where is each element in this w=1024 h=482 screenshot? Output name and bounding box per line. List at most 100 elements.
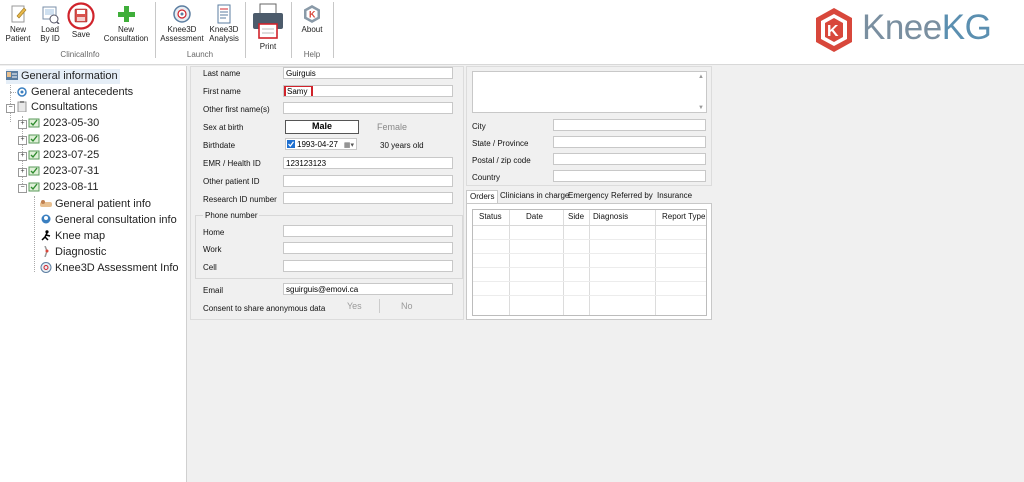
- tree-item-general-information[interactable]: General information: [6, 69, 120, 84]
- knee3d-gear-icon: [40, 262, 52, 273]
- tree-item-diagnostic[interactable]: Diagnostic: [40, 245, 106, 260]
- doctor-icon: [40, 214, 52, 225]
- consent-yes-toggle[interactable]: Yes: [347, 301, 362, 311]
- print-label: Print: [259, 42, 277, 51]
- new-document-icon: [8, 4, 28, 24]
- sex-male-toggle[interactable]: Male: [285, 120, 359, 134]
- brand-name-part2: KG: [941, 8, 992, 47]
- knee3d-assessment-label: Knee3D Assessment: [160, 25, 204, 43]
- column-header-date[interactable]: Date: [526, 212, 543, 221]
- save-button[interactable]: Save: [66, 2, 96, 39]
- birthdate-label: Birthdate: [203, 141, 236, 150]
- check-calendar-icon: [28, 181, 40, 192]
- tab-orders[interactable]: Orders: [466, 190, 499, 203]
- tree-item-consultation-date[interactable]: 2023-05-30: [28, 116, 99, 131]
- knee3d-assessment-button[interactable]: Knee3D Assessment: [160, 2, 204, 43]
- collapse-toggle[interactable]: −: [18, 184, 27, 193]
- brand-name: KneeKG: [862, 8, 992, 48]
- tab-clinicians-in-charge[interactable]: Clinicians in charge: [497, 190, 572, 202]
- scroll-down-icon[interactable]: ▼: [698, 105, 704, 111]
- work-phone-field[interactable]: [283, 242, 453, 254]
- tree-item-consultation-date[interactable]: 2023-08-11: [28, 180, 98, 195]
- check-calendar-icon: [28, 133, 40, 144]
- collapse-toggle[interactable]: −: [6, 104, 15, 113]
- tree-label: General information: [21, 70, 118, 82]
- tab-emergency[interactable]: Emergency: [565, 190, 611, 202]
- tree-item-consultation-date[interactable]: 2023-07-25: [28, 148, 99, 163]
- tree-item-consultations[interactable]: Consultations: [16, 100, 98, 115]
- tree-item-consultation-date[interactable]: 2023-06-06: [28, 132, 99, 147]
- city-field[interactable]: [553, 119, 706, 131]
- sex-at-birth-label: Sex at birth: [203, 123, 244, 132]
- column-header-status[interactable]: Status: [479, 212, 502, 221]
- research-id-label: Research ID number: [203, 195, 277, 204]
- email-field[interactable]: sguirguis@emovi.ca: [283, 283, 453, 295]
- cell-phone-field[interactable]: [283, 260, 453, 272]
- tree-item-knee3d-assessment-info[interactable]: Knee3D Assessment Info: [40, 261, 179, 276]
- new-patient-label: New Patient: [5, 25, 31, 43]
- emr-field[interactable]: 123123123: [283, 157, 453, 169]
- kneekg-logo-icon: K: [812, 6, 856, 54]
- first-name-value: Samy: [284, 86, 314, 96]
- knee3d-analysis-button[interactable]: Knee3D Analysis: [206, 2, 242, 43]
- expand-toggle[interactable]: +: [18, 168, 27, 177]
- load-by-id-button[interactable]: Load By ID: [36, 2, 64, 43]
- tab-strip: Orders Clinicians in charge Emergency Re…: [466, 190, 736, 204]
- column-header-side[interactable]: Side: [568, 212, 584, 221]
- home-phone-field[interactable]: [283, 225, 453, 237]
- walking-figure-icon: [40, 230, 52, 241]
- tree-item-general-patient-info[interactable]: General patient info: [40, 197, 151, 212]
- expand-toggle[interactable]: +: [18, 136, 27, 145]
- tree-item-knee-map[interactable]: Knee map: [40, 229, 105, 244]
- new-consultation-label: New Consultation: [103, 25, 149, 43]
- calendar-dropdown-icon[interactable]: ▦▾: [344, 140, 354, 149]
- column-header-diagnosis[interactable]: Diagnosis: [593, 212, 628, 221]
- consent-label: Consent to share anonymous data: [203, 304, 326, 313]
- expand-toggle[interactable]: +: [18, 120, 27, 129]
- last-name-field[interactable]: Guirguis: [283, 67, 453, 79]
- checkbox-checked-icon[interactable]: [287, 140, 295, 148]
- birthdate-value: 1993-04-27: [297, 140, 338, 149]
- cell-phone-label: Cell: [203, 263, 217, 272]
- postal-code-label: Postal / zip code: [472, 156, 531, 165]
- brand-name-part1: Knee: [862, 8, 942, 47]
- floppy-disk-icon: [67, 2, 95, 30]
- state-field[interactable]: [553, 136, 706, 148]
- report-icon: [214, 4, 234, 24]
- other-first-names-field[interactable]: [283, 102, 453, 114]
- expand-toggle[interactable]: +: [18, 152, 27, 161]
- sex-female-toggle[interactable]: Female: [377, 122, 407, 132]
- new-patient-button[interactable]: New Patient: [4, 2, 32, 43]
- kneekg-logo-icon: K: [302, 4, 322, 24]
- first-name-field[interactable]: Samy: [283, 85, 453, 97]
- tree-item-general-antecedents[interactable]: General antecedents: [16, 85, 133, 100]
- research-id-field[interactable]: [283, 192, 453, 204]
- check-calendar-icon: [28, 149, 40, 160]
- scroll-up-icon[interactable]: ▲: [698, 74, 704, 80]
- phone-group-label: Phone number: [203, 211, 260, 220]
- tree-label: Consultations: [31, 101, 98, 113]
- column-header-report-type[interactable]: Report Type: [662, 212, 705, 221]
- knee3d-analysis-label: Knee3D Analysis: [209, 25, 239, 43]
- new-consultation-button[interactable]: New Consultation: [102, 2, 150, 43]
- birthdate-picker[interactable]: 1993-04-27 ▦▾: [285, 138, 357, 150]
- tree-label: Knee3D Assessment Info: [55, 262, 179, 274]
- tree-item-general-consultation-info[interactable]: General consultation info: [40, 213, 177, 228]
- address-textarea[interactable]: ▲ ▼: [472, 71, 707, 113]
- tab-referred-by[interactable]: Referred by: [608, 190, 656, 202]
- load-icon: [40, 4, 60, 25]
- tree-item-consultation-date[interactable]: 2023-07-31: [28, 164, 99, 179]
- ribbon-toolbar: New Patient Load By ID Save New Consulta…: [0, 0, 1024, 65]
- postal-code-field[interactable]: [553, 153, 706, 165]
- patient-form-panel: Last name Guirguis First name Samy Other…: [190, 66, 464, 320]
- check-calendar-icon: [28, 165, 40, 176]
- consent-no-toggle[interactable]: No: [401, 301, 413, 311]
- ribbon-separator: [333, 2, 334, 58]
- tree-label: Knee map: [55, 230, 106, 242]
- country-field[interactable]: [553, 170, 706, 182]
- work-phone-label: Work: [203, 245, 222, 254]
- tab-insurance[interactable]: Insurance: [654, 190, 695, 202]
- other-patient-id-field[interactable]: [283, 175, 453, 187]
- print-button[interactable]: Print: [248, 2, 288, 51]
- about-button[interactable]: K About: [294, 2, 330, 34]
